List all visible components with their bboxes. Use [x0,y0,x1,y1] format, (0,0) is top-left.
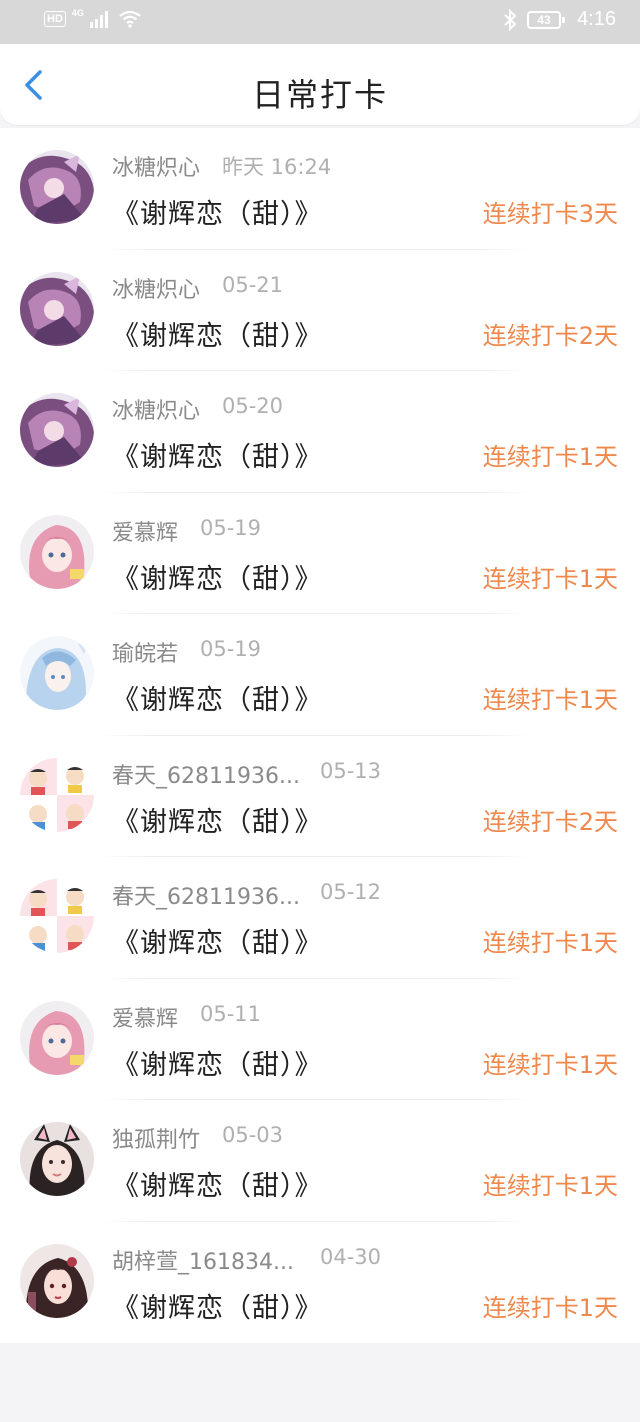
checkin-date: 05-19 [200,515,262,540]
item-meta: 冰糖炽心 05-21 [112,272,283,304]
book-title[interactable]: 《谢辉恋（甜）》 [112,314,323,353]
streak-label: 连续打卡3天 [482,200,618,228]
cartoon-grid-avatar[interactable] [20,879,94,953]
bluetooth-icon [504,8,517,31]
checkin-item-1[interactable]: 冰糖炽心 昨天 16:24 《谢辉恋（甜）》 连续打卡3天 [0,128,640,250]
book-title[interactable]: 《谢辉恋（甜）》 [112,192,323,231]
user-name[interactable]: 独孤荆竹 [112,1122,200,1154]
book-title[interactable]: 《谢辉恋（甜）》 [112,1164,323,1203]
checkin-item-9[interactable]: 独孤荆竹 05-03 《谢辉恋（甜）》 连续打卡1天 [0,1100,640,1222]
purple-anime-avatar[interactable] [20,393,94,467]
streak-label: 连续打卡1天 [482,564,618,593]
item-meta: 瑜皖若 05-19 [112,636,261,668]
item-meta: 胡梓萱_161834... 04-30 [112,1244,381,1276]
checkin-list: 冰糖炽心 昨天 16:24 《谢辉恋（甜）》 连续打卡3天 冰糖炽心 05-21 《… [0,128,640,1343]
book-title[interactable]: 《谢辉恋（甜）》 [112,1286,323,1325]
dark-hair-avatar[interactable] [20,1243,94,1318]
checkin-date: 04-30 [320,1244,382,1269]
user-name[interactable]: 冰糖炽心 [112,393,200,425]
hd-badge: HD [44,11,66,27]
user-name[interactable]: 胡梓萱_161834... [112,1244,294,1276]
streak-label: 连续打卡2天 [482,321,618,350]
user-name[interactable]: 爱慕辉 [112,515,178,547]
book-title[interactable]: 《谢辉恋（甜）》 [112,557,323,596]
checkin-date: 05-13 [320,758,382,783]
streak-label: 连续打卡1天 [482,443,618,471]
signal-icon [89,11,108,28]
user-name[interactable]: 冰糖炽心 [112,272,200,304]
item-meta: 春天_62811936... 05-13 [112,758,381,790]
user-name[interactable]: 春天_62811936... [112,879,300,911]
wifi-icon [119,10,141,28]
cartoon-grid-avatar[interactable] [20,757,94,832]
item-meta: 独孤荆竹 05-03 [112,1122,283,1154]
streak-label: 连续打卡1天 [482,1050,618,1079]
book-title[interactable]: 《谢辉恋（甜）》 [112,1043,323,1082]
checkin-date: 05-11 [200,1001,262,1026]
checkin-date: 05-19 [200,637,262,661]
user-name[interactable]: 爱慕辉 [112,1001,178,1033]
status-bar: HD 4G 43 4:16 [0,0,640,44]
checkin-date: 05-21 [222,272,284,297]
user-name[interactable]: 瑜皖若 [112,636,178,668]
user-name[interactable]: 春天_62811936... [112,758,300,790]
streak-label: 连续打卡1天 [482,1172,618,1200]
streak-label: 连续打卡1天 [482,1293,618,1322]
checkin-item-8[interactable]: 爱慕辉 05-11 《谢辉恋（甜）》 连续打卡1天 [0,979,640,1100]
page-title: 日常打卡 [251,76,388,114]
network-label: 4G [71,8,84,18]
book-title[interactable]: 《谢辉恋（甜）》 [112,800,323,839]
streak-label: 连续打卡1天 [482,929,618,957]
blue-hair-avatar[interactable] [20,636,94,710]
checkin-date: 昨天 16:24 [222,155,332,179]
streak-label: 连续打卡2天 [482,807,618,836]
status-left: HD 4G [44,8,142,28]
book-title[interactable]: 《谢辉恋（甜）》 [112,678,323,717]
checkin-item-7[interactable]: 春天_62811936... 05-12 《谢辉恋（甜）》 连续打卡1天 [0,857,640,979]
item-meta: 爱慕辉 05-11 [112,1001,261,1033]
checkin-item-10[interactable]: 胡梓萱_161834... 04-30 《谢辉恋（甜）》 连续打卡1天 [0,1222,640,1344]
item-meta: 冰糖炽心 05-20 [112,393,283,425]
item-meta: 冰糖炽心 昨天 16:24 [112,150,331,182]
checkin-date: 05-12 [320,880,382,904]
checkin-item-5[interactable]: 瑜皖若 05-19 《谢辉恋（甜）》 连续打卡1天 [0,614,640,736]
user-name[interactable]: 冰糖炽心 [112,150,200,182]
checkin-date: 05-03 [222,1123,284,1147]
checkin-item-2[interactable]: 冰糖炽心 05-21 《谢辉恋（甜）》 连续打卡2天 [0,250,640,371]
battery-icon: 43 [527,10,566,29]
checkin-item-3[interactable]: 冰糖炽心 05-20 《谢辉恋（甜）》 连续打卡1天 [0,371,640,493]
status-right: 43 4:16 [503,8,616,31]
nav-bar: 日常打卡 [0,44,640,126]
book-title[interactable]: 《谢辉恋（甜）》 [112,435,323,474]
clock: 4:16 [577,8,616,30]
checkin-item-6[interactable]: 春天_62811936... 05-13 《谢辉恋（甜）》 连续打卡2天 [0,736,640,857]
item-meta: 爱慕辉 05-19 [112,515,261,547]
item-meta: 春天_62811936... 05-12 [112,879,381,911]
book-title[interactable]: 《谢辉恋（甜）》 [112,921,323,960]
pink-hair-avatar[interactable] [20,1000,94,1075]
pink-hair-avatar[interactable] [20,514,94,589]
purple-anime-avatar[interactable] [20,271,94,346]
cat-ear-girl-avatar[interactable] [20,1122,94,1196]
purple-anime-avatar[interactable] [20,150,94,224]
checkin-date: 05-20 [222,394,284,418]
streak-label: 连续打卡1天 [482,686,618,714]
checkin-item-4[interactable]: 爱慕辉 05-19 《谢辉恋（甜）》 连续打卡1天 [0,493,640,614]
